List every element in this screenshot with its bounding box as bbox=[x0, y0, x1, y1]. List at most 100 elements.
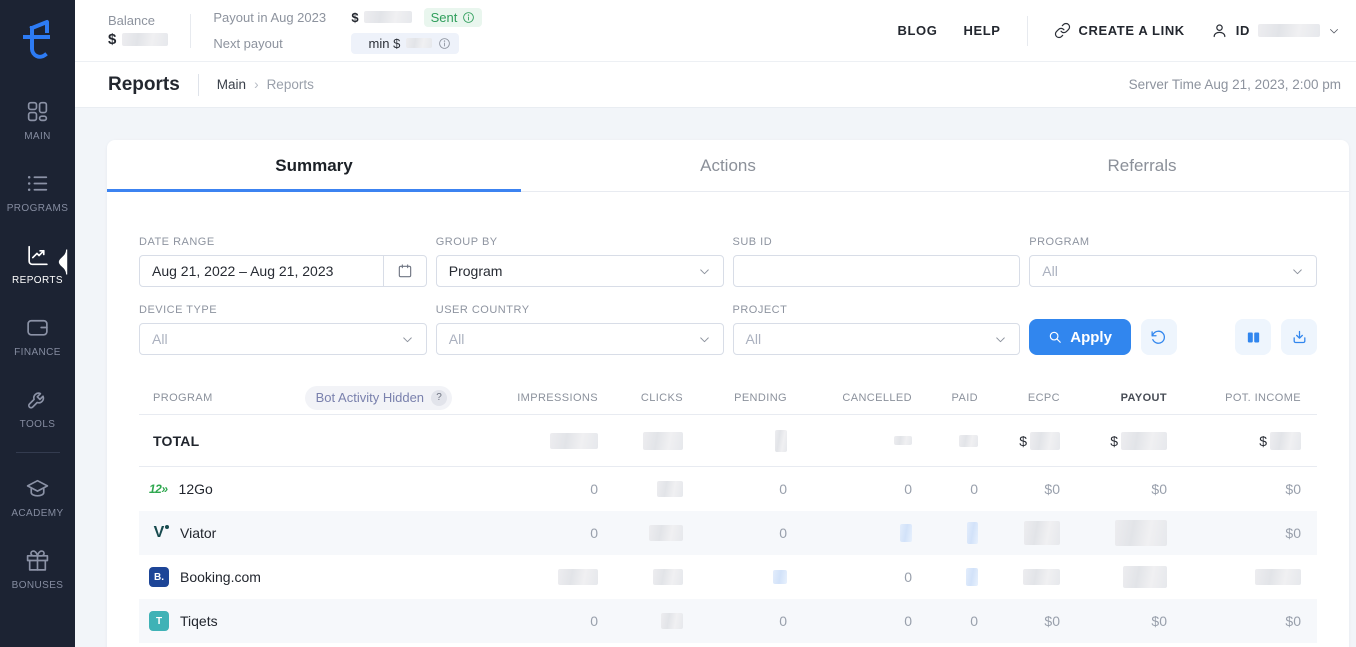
summary-table: PROGRAMBot Activity Hidden?IMPRESSIONSCL… bbox=[107, 381, 1349, 643]
column-header-pot-income[interactable]: POT. INCOME bbox=[1167, 392, 1317, 404]
program-name: Booking.com bbox=[180, 569, 261, 585]
topbar-right: BLOG HELP CREATE A LINK ID bbox=[898, 16, 1341, 46]
sidebar-item-programs[interactable]: PROGRAMS bbox=[0, 156, 75, 228]
user-country-select[interactable]: All bbox=[436, 323, 724, 355]
create-a-link-label: CREATE A LINK bbox=[1079, 23, 1185, 38]
cell-ecpc bbox=[978, 569, 1060, 585]
cell-pending: 0 bbox=[683, 613, 787, 629]
column-header-pending[interactable]: PENDING bbox=[683, 392, 787, 404]
cell-value: 0 bbox=[590, 525, 598, 541]
sidebar-item-label: BONUSES bbox=[12, 580, 64, 591]
column-header-cancelled[interactable]: CANCELLED bbox=[787, 392, 912, 404]
bot-activity-label: Bot Activity Hidden bbox=[316, 390, 424, 405]
date-range-label: DATE RANGE bbox=[139, 236, 427, 248]
blog-link[interactable]: BLOG bbox=[898, 23, 938, 38]
create-a-link-button[interactable]: CREATE A LINK bbox=[1054, 22, 1185, 39]
help-link[interactable]: HELP bbox=[963, 23, 1000, 38]
currency-prefix: $ bbox=[1110, 433, 1118, 449]
date-range-input[interactable]: Aug 21, 2022 – Aug 21, 2023 bbox=[139, 255, 427, 287]
table-row: 12»12Go0000$0$0$0 bbox=[139, 467, 1317, 511]
columns-icon bbox=[1245, 329, 1262, 346]
link-icon bbox=[1054, 22, 1071, 39]
redacted-value bbox=[900, 524, 912, 542]
breadcrumb-separator: › bbox=[254, 77, 259, 92]
balance-value-redacted bbox=[122, 33, 168, 46]
calendar-button[interactable] bbox=[383, 256, 426, 286]
reset-filters-button[interactable] bbox=[1141, 319, 1177, 355]
user-country-label: USER COUNTRY bbox=[436, 304, 724, 316]
column-header-payout[interactable]: PAYOUT bbox=[1060, 392, 1167, 404]
sidebar-item-academy[interactable]: ACADEMY bbox=[0, 461, 75, 533]
column-header-program[interactable]: PROGRAMBot Activity Hidden? bbox=[139, 386, 488, 410]
table-total-row: TOTAL$$$ bbox=[139, 415, 1317, 467]
table-row: B.Booking.com0 bbox=[139, 555, 1317, 599]
cell-payout bbox=[1060, 566, 1167, 588]
sent-badge-label: Sent bbox=[431, 10, 458, 25]
cell-payout: $0 bbox=[1060, 481, 1167, 497]
project-value: All bbox=[746, 331, 995, 347]
cell-value: $0 bbox=[1044, 481, 1060, 497]
cell-value: 0 bbox=[970, 481, 978, 497]
date-range-value: Aug 21, 2022 – Aug 21, 2023 bbox=[152, 263, 383, 279]
redacted-value bbox=[959, 435, 978, 447]
program-name: Viator bbox=[180, 525, 216, 541]
project-select[interactable]: All bbox=[733, 323, 1021, 355]
sidebar-item-bonuses[interactable]: BONUSES bbox=[0, 533, 75, 605]
column-header-ecpc[interactable]: ECPC bbox=[978, 392, 1060, 404]
cell-pot-income: $0 bbox=[1167, 481, 1317, 497]
sidebar-item-main[interactable]: MAIN bbox=[0, 84, 75, 156]
topbar-divider bbox=[190, 14, 191, 48]
device-type-label: DEVICE TYPE bbox=[139, 304, 427, 316]
cell-cancelled bbox=[787, 436, 912, 445]
cell-pending bbox=[683, 570, 787, 584]
cell-ecpc: $0 bbox=[978, 613, 1060, 629]
cell-cancelled bbox=[787, 524, 912, 542]
group-by-select[interactable]: Program bbox=[436, 255, 724, 287]
cell-value: 0 bbox=[779, 525, 787, 541]
tab-actions[interactable]: Actions bbox=[521, 140, 935, 191]
wrench-icon bbox=[25, 387, 50, 412]
column-header-paid[interactable]: PAID bbox=[912, 392, 978, 404]
redacted-value bbox=[550, 433, 598, 449]
column-header-clicks[interactable]: CLICKS bbox=[598, 392, 683, 404]
sub-id-input[interactable] bbox=[746, 263, 1008, 279]
program-field: PROGRAM All bbox=[1029, 236, 1317, 287]
topbar-divider bbox=[1027, 16, 1028, 46]
tab-summary[interactable]: Summary bbox=[107, 140, 521, 191]
program-name: Tiqets bbox=[180, 613, 218, 629]
cell-impressions bbox=[488, 569, 598, 585]
info-icon[interactable] bbox=[462, 11, 475, 24]
sidebar-item-tools[interactable]: TOOLS bbox=[0, 372, 75, 444]
breadcrumb-main[interactable]: Main bbox=[217, 77, 246, 92]
cell-cancelled: 0 bbox=[787, 613, 912, 629]
tab-referrals[interactable]: Referrals bbox=[935, 140, 1349, 191]
chevron-down-icon bbox=[1291, 265, 1304, 278]
device-type-select[interactable]: All bbox=[139, 323, 427, 355]
sidebar-item-reports[interactable]: REPORTS bbox=[0, 228, 75, 300]
travelpayouts-logo[interactable] bbox=[12, 10, 64, 68]
next-payout-min-label: min $ bbox=[369, 36, 401, 51]
cell-value: 0 bbox=[904, 481, 912, 497]
program-logo-viator: V bbox=[149, 524, 169, 542]
cell-pending: 0 bbox=[683, 481, 787, 497]
cell-value: $0 bbox=[1151, 481, 1167, 497]
sent-badge: Sent bbox=[424, 8, 483, 27]
device-type-field: DEVICE TYPE All bbox=[139, 304, 427, 355]
user-menu[interactable]: ID bbox=[1211, 22, 1340, 39]
program-select[interactable]: All bbox=[1029, 255, 1317, 287]
download-button[interactable] bbox=[1281, 319, 1317, 355]
info-icon[interactable] bbox=[438, 37, 451, 50]
column-header-impressions[interactable]: IMPRESSIONS bbox=[488, 392, 598, 404]
sidebar-item-finance[interactable]: FINANCE bbox=[0, 300, 75, 372]
program-cell: B.Booking.com bbox=[139, 567, 488, 587]
group-by-label: GROUP BY bbox=[436, 236, 724, 248]
sidebar-item-label: REPORTS bbox=[12, 275, 63, 286]
redacted-value bbox=[966, 568, 978, 586]
bot-activity-help-icon[interactable]: ? bbox=[431, 390, 447, 406]
redacted-value bbox=[558, 569, 598, 585]
program-logo-tiqets: T bbox=[149, 611, 169, 631]
program-cell: T Tiqets bbox=[139, 611, 488, 631]
redacted-value bbox=[657, 481, 683, 497]
columns-button[interactable] bbox=[1235, 319, 1271, 355]
apply-button[interactable]: Apply bbox=[1029, 319, 1131, 355]
